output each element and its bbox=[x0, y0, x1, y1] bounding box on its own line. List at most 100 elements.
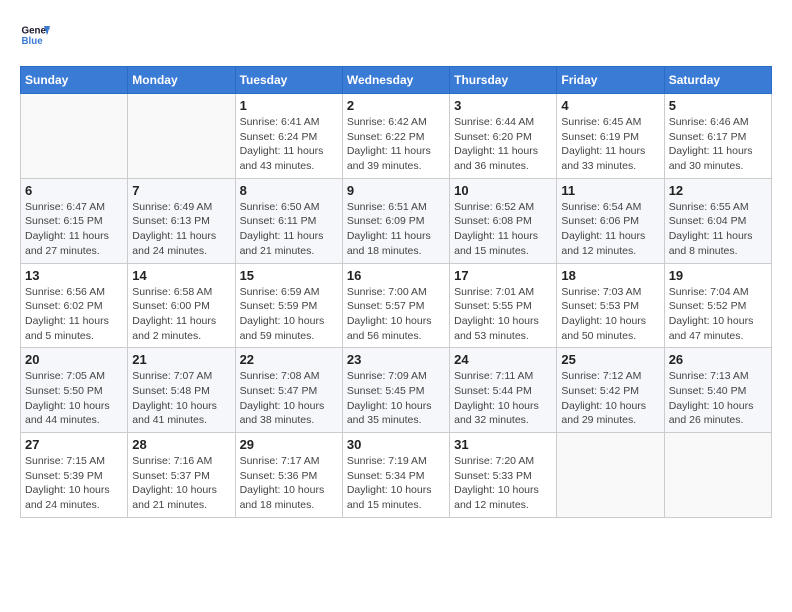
day-number: 24 bbox=[454, 352, 552, 367]
day-number: 7 bbox=[132, 183, 230, 198]
calendar-cell: 18Sunrise: 7:03 AM Sunset: 5:53 PM Dayli… bbox=[557, 263, 664, 348]
day-number: 30 bbox=[347, 437, 445, 452]
day-number: 29 bbox=[240, 437, 338, 452]
calendar-cell: 2 Sunrise: 6:42 AM Sunset: 6:22 PM Daylig… bbox=[342, 94, 449, 179]
day-number: 16 bbox=[347, 268, 445, 283]
calendar-cell: 8 Sunrise: 6:50 AM Sunset: 6:11 PM Daylig… bbox=[235, 178, 342, 263]
day-number: 26 bbox=[669, 352, 767, 367]
page-header: General Blue bbox=[20, 20, 772, 50]
day-info: Sunrise: 7:11 AM Sunset: 5:44 PM Dayligh… bbox=[454, 369, 552, 428]
calendar-cell bbox=[21, 94, 128, 179]
calendar-cell: 15 Sunrise: 6:59 AM Sunset: 5:59 PM Dayli… bbox=[235, 263, 342, 348]
calendar-cell: 7 Sunrise: 6:49 AM Sunset: 6:13 PM Daylig… bbox=[128, 178, 235, 263]
day-info: Sunrise: 6:55 AM Sunset: 6:04 PM Dayligh… bbox=[669, 200, 767, 259]
calendar-cell bbox=[557, 433, 664, 518]
day-info: Sunrise: 6:42 AM Sunset: 6:22 PM Dayligh… bbox=[347, 115, 445, 174]
day-number: 20 bbox=[25, 352, 123, 367]
day-number: 22 bbox=[240, 352, 338, 367]
calendar-cell: 19 Sunrise: 7:04 AM Sunset: 5:52 PM Dayli… bbox=[664, 263, 771, 348]
day-info: Sunrise: 7:20 AM Sunset: 5:33 PM Dayligh… bbox=[454, 454, 552, 513]
day-info: Sunrise: 6:54 AM Sunset: 6:06 PM Dayligh… bbox=[561, 200, 659, 259]
day-info: Sunrise: 7:07 AM Sunset: 5:48 PM Dayligh… bbox=[132, 369, 230, 428]
calendar-header-row: SundayMondayTuesdayWednesdayThursdayFrid… bbox=[21, 67, 772, 94]
day-info: Sunrise: 6:44 AM Sunset: 6:20 PM Dayligh… bbox=[454, 115, 552, 174]
day-number: 23 bbox=[347, 352, 445, 367]
day-number: 28 bbox=[132, 437, 230, 452]
logo-icon: General Blue bbox=[20, 20, 50, 50]
calendar-cell: 3Sunrise: 6:44 AM Sunset: 6:20 PM Daylig… bbox=[450, 94, 557, 179]
day-info: Sunrise: 7:05 AM Sunset: 5:50 PM Dayligh… bbox=[25, 369, 123, 428]
day-number: 9 bbox=[347, 183, 445, 198]
day-info: Sunrise: 6:52 AM Sunset: 6:08 PM Dayligh… bbox=[454, 200, 552, 259]
calendar-cell: 17 Sunrise: 7:01 AM Sunset: 5:55 PM Dayli… bbox=[450, 263, 557, 348]
day-number: 1 bbox=[240, 98, 338, 113]
calendar-week-row: 1 Sunrise: 6:41 AM Sunset: 6:24 PM Daylig… bbox=[21, 94, 772, 179]
day-number: 5 bbox=[669, 98, 767, 113]
calendar-cell: 25 Sunrise: 7:12 AM Sunset: 5:42 PM Dayli… bbox=[557, 348, 664, 433]
day-number: 17 bbox=[454, 268, 552, 283]
day-info: Sunrise: 7:08 AM Sunset: 5:47 PM Dayligh… bbox=[240, 369, 338, 428]
svg-text:Blue: Blue bbox=[22, 36, 44, 47]
day-number: 4 bbox=[561, 98, 659, 113]
weekday-header-saturday: Saturday bbox=[664, 67, 771, 94]
day-number: 21 bbox=[132, 352, 230, 367]
day-info: Sunrise: 6:51 AM Sunset: 6:09 PM Dayligh… bbox=[347, 200, 445, 259]
day-info: Sunrise: 7:00 AM Sunset: 5:57 PM Dayligh… bbox=[347, 285, 445, 344]
calendar-week-row: 13 Sunrise: 6:56 AM Sunset: 6:02 PM Dayli… bbox=[21, 263, 772, 348]
calendar-cell: 30 Sunrise: 7:19 AM Sunset: 5:34 PM Dayli… bbox=[342, 433, 449, 518]
calendar-cell: 20 Sunrise: 7:05 AM Sunset: 5:50 PM Dayli… bbox=[21, 348, 128, 433]
day-info: Sunrise: 6:45 AM Sunset: 6:19 PM Dayligh… bbox=[561, 115, 659, 174]
day-number: 2 bbox=[347, 98, 445, 113]
calendar-cell bbox=[664, 433, 771, 518]
calendar-cell: 1 Sunrise: 6:41 AM Sunset: 6:24 PM Daylig… bbox=[235, 94, 342, 179]
calendar-cell: 4 Sunrise: 6:45 AM Sunset: 6:19 PM Daylig… bbox=[557, 94, 664, 179]
calendar-cell: 29Sunrise: 7:17 AM Sunset: 5:36 PM Dayli… bbox=[235, 433, 342, 518]
day-info: Sunrise: 6:58 AM Sunset: 6:00 PM Dayligh… bbox=[132, 285, 230, 344]
day-info: Sunrise: 6:46 AM Sunset: 6:17 PM Dayligh… bbox=[669, 115, 767, 174]
calendar-cell: 27Sunrise: 7:15 AM Sunset: 5:39 PM Dayli… bbox=[21, 433, 128, 518]
day-number: 15 bbox=[240, 268, 338, 283]
day-info: Sunrise: 6:47 AM Sunset: 6:15 PM Dayligh… bbox=[25, 200, 123, 259]
calendar-cell: 11 Sunrise: 6:54 AM Sunset: 6:06 PM Dayli… bbox=[557, 178, 664, 263]
day-info: Sunrise: 7:19 AM Sunset: 5:34 PM Dayligh… bbox=[347, 454, 445, 513]
calendar-week-row: 20 Sunrise: 7:05 AM Sunset: 5:50 PM Dayli… bbox=[21, 348, 772, 433]
calendar-cell: 22 Sunrise: 7:08 AM Sunset: 5:47 PM Dayli… bbox=[235, 348, 342, 433]
day-number: 19 bbox=[669, 268, 767, 283]
day-info: Sunrise: 6:59 AM Sunset: 5:59 PM Dayligh… bbox=[240, 285, 338, 344]
day-number: 10 bbox=[454, 183, 552, 198]
day-info: Sunrise: 7:12 AM Sunset: 5:42 PM Dayligh… bbox=[561, 369, 659, 428]
day-number: 13 bbox=[25, 268, 123, 283]
calendar-cell: 28 Sunrise: 7:16 AM Sunset: 5:37 PM Dayli… bbox=[128, 433, 235, 518]
day-info: Sunrise: 7:01 AM Sunset: 5:55 PM Dayligh… bbox=[454, 285, 552, 344]
day-number: 18 bbox=[561, 268, 659, 283]
calendar-cell: 31 Sunrise: 7:20 AM Sunset: 5:33 PM Dayli… bbox=[450, 433, 557, 518]
day-number: 25 bbox=[561, 352, 659, 367]
day-number: 11 bbox=[561, 183, 659, 198]
weekday-header-friday: Friday bbox=[557, 67, 664, 94]
day-info: Sunrise: 7:16 AM Sunset: 5:37 PM Dayligh… bbox=[132, 454, 230, 513]
calendar-cell: 6 Sunrise: 6:47 AM Sunset: 6:15 PM Daylig… bbox=[21, 178, 128, 263]
weekday-header-thursday: Thursday bbox=[450, 67, 557, 94]
calendar-cell: 26Sunrise: 7:13 AM Sunset: 5:40 PM Dayli… bbox=[664, 348, 771, 433]
calendar-table: SundayMondayTuesdayWednesdayThursdayFrid… bbox=[20, 66, 772, 518]
day-info: Sunrise: 7:04 AM Sunset: 5:52 PM Dayligh… bbox=[669, 285, 767, 344]
day-number: 31 bbox=[454, 437, 552, 452]
calendar-cell: 13 Sunrise: 6:56 AM Sunset: 6:02 PM Dayli… bbox=[21, 263, 128, 348]
day-number: 8 bbox=[240, 183, 338, 198]
weekday-header-wednesday: Wednesday bbox=[342, 67, 449, 94]
calendar-cell: 16 Sunrise: 7:00 AM Sunset: 5:57 PM Dayli… bbox=[342, 263, 449, 348]
calendar-week-row: 27Sunrise: 7:15 AM Sunset: 5:39 PM Dayli… bbox=[21, 433, 772, 518]
calendar-cell: 14 Sunrise: 6:58 AM Sunset: 6:00 PM Dayli… bbox=[128, 263, 235, 348]
day-info: Sunrise: 6:41 AM Sunset: 6:24 PM Dayligh… bbox=[240, 115, 338, 174]
weekday-header-sunday: Sunday bbox=[21, 67, 128, 94]
day-info: Sunrise: 6:49 AM Sunset: 6:13 PM Dayligh… bbox=[132, 200, 230, 259]
calendar-cell bbox=[128, 94, 235, 179]
day-info: Sunrise: 6:50 AM Sunset: 6:11 PM Dayligh… bbox=[240, 200, 338, 259]
calendar-cell: 10 Sunrise: 6:52 AM Sunset: 6:08 PM Dayli… bbox=[450, 178, 557, 263]
calendar-cell: 12Sunrise: 6:55 AM Sunset: 6:04 PM Dayli… bbox=[664, 178, 771, 263]
day-number: 14 bbox=[132, 268, 230, 283]
logo: General Blue bbox=[20, 20, 54, 50]
day-number: 6 bbox=[25, 183, 123, 198]
day-info: Sunrise: 6:56 AM Sunset: 6:02 PM Dayligh… bbox=[25, 285, 123, 344]
calendar-cell: 24 Sunrise: 7:11 AM Sunset: 5:44 PM Dayli… bbox=[450, 348, 557, 433]
